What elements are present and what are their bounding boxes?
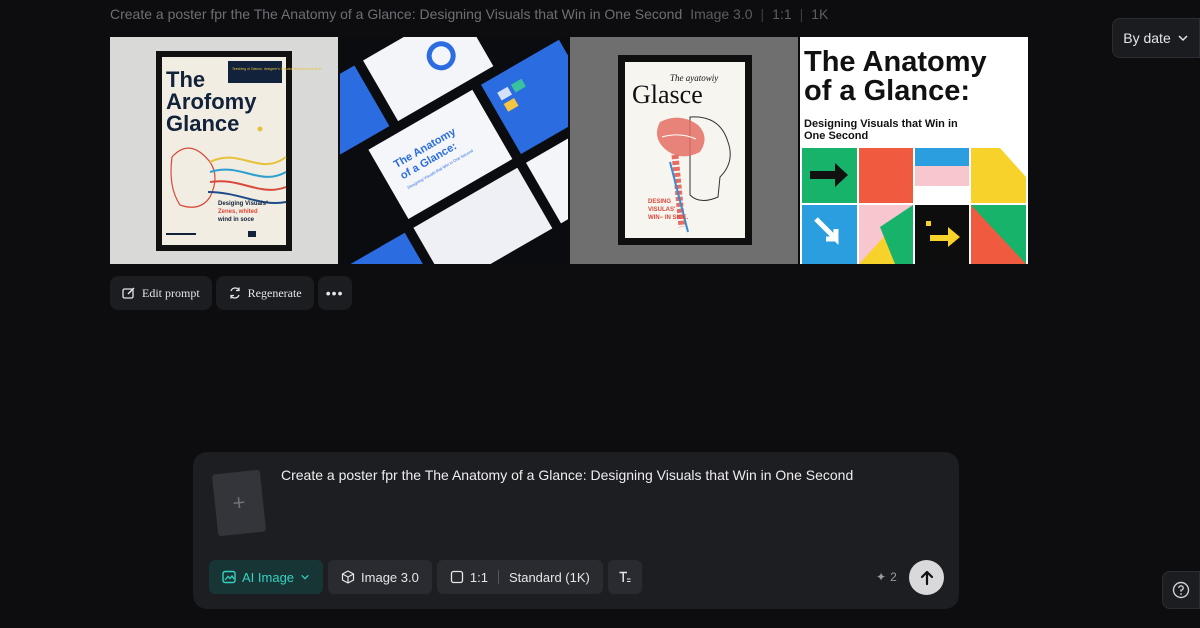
refresh-icon bbox=[230, 287, 240, 299]
question-circle-icon bbox=[1172, 581, 1190, 599]
arrow-up-icon bbox=[920, 570, 933, 585]
image-results: The Arofomy Glance Teechieg of Glance, d… bbox=[110, 37, 1028, 264]
isometric-brochure-image: The Anatomy of a Glance: Designing Visua… bbox=[340, 37, 568, 264]
result-model: Image 3.0 bbox=[690, 6, 753, 22]
result-meta: Create a poster fpr the The Anatomy of a… bbox=[110, 6, 828, 22]
svg-text:WIN− IN SICE.: WIN− IN SICE. bbox=[648, 215, 689, 221]
more-icon: ••• bbox=[325, 285, 344, 301]
result-prompt: Create a poster fpr the The Anatomy of a… bbox=[110, 6, 683, 22]
send-button[interactable] bbox=[909, 560, 944, 595]
svg-text:Designing Visuals that Win in: Designing Visuals that Win in bbox=[804, 118, 958, 130]
prompt-input[interactable]: Create a poster fpr the The Anatomy of a… bbox=[281, 467, 853, 483]
svg-text:DESING: DESING bbox=[648, 199, 671, 205]
svg-text:Zenes, whited: Zenes, whited bbox=[218, 209, 258, 215]
upload-reference-button[interactable]: + bbox=[211, 469, 267, 537]
svg-text:Desiging Visuals°: Desiging Visuals° bbox=[218, 201, 269, 207]
quality-label: Standard (1K) bbox=[508, 569, 590, 585]
chevron-down-icon bbox=[1178, 35, 1188, 42]
result-ratio: 1:1 bbox=[772, 6, 792, 22]
prompt-composer: + Create a poster fpr the The Anatomy of… bbox=[193, 452, 959, 609]
edit-icon bbox=[122, 287, 135, 299]
text-style-button[interactable] bbox=[607, 560, 642, 594]
ai-image-label: AI Image bbox=[242, 569, 295, 585]
separator: | bbox=[760, 6, 765, 22]
regenerate-label: Regenerate bbox=[247, 285, 302, 300]
svg-text:Glasce: Glasce bbox=[632, 80, 703, 109]
edit-prompt-button[interactable]: Edit prompt bbox=[110, 276, 212, 310]
generated-image-3[interactable]: The ayatowiy Glasce DESING VISULAS' WIN−… bbox=[570, 37, 798, 264]
help-button[interactable] bbox=[1162, 571, 1200, 609]
square-ratio-icon bbox=[450, 570, 464, 584]
credits-value: 2 bbox=[890, 570, 897, 584]
plus-icon: + bbox=[231, 489, 247, 516]
separator: | bbox=[799, 6, 804, 22]
page: Create a poster fpr the The Anatomy of a… bbox=[0, 0, 1200, 628]
image-icon bbox=[222, 570, 236, 584]
edit-prompt-label: Edit prompt bbox=[142, 285, 200, 300]
svg-text:wind in soce: wind in soce bbox=[217, 217, 255, 223]
generated-image-2[interactable]: The Anatomy of a Glance: Designing Visua… bbox=[340, 37, 568, 264]
svg-text:One Second: One Second bbox=[804, 130, 868, 142]
svg-text:Glance: Glance bbox=[166, 111, 239, 136]
model-label: Image 3.0 bbox=[361, 569, 419, 585]
sort-label: By date bbox=[1123, 30, 1171, 46]
text-format-icon bbox=[619, 571, 631, 582]
cube-icon bbox=[341, 570, 355, 584]
framed-anatomy-poster-image: The ayatowiy Glasce DESING VISULAS' WIN−… bbox=[570, 37, 798, 264]
result-resolution: 1K bbox=[811, 6, 829, 22]
chevron-down-icon bbox=[301, 574, 309, 580]
sparkle-icon: ✦ bbox=[876, 570, 887, 584]
sort-dropdown[interactable]: By date bbox=[1112, 18, 1200, 58]
ratio-quality-selector[interactable]: 1:1 Standard (1K) bbox=[436, 560, 603, 594]
geometric-typographic-poster-image: The Anatomy of a Glance: Designing Visua… bbox=[800, 37, 1028, 264]
poster-frame-image: The Arofomy Glance Teechieg of Glance, d… bbox=[110, 37, 338, 264]
generated-image-1[interactable]: The Arofomy Glance Teechieg of Glance, d… bbox=[110, 37, 338, 264]
svg-text:of a Glance:: of a Glance: bbox=[804, 75, 970, 107]
ratio-label: 1:1 bbox=[469, 569, 488, 585]
divider bbox=[497, 570, 499, 584]
regenerate-button[interactable]: Regenerate bbox=[215, 276, 314, 310]
model-selector[interactable]: Image 3.0 bbox=[328, 560, 432, 594]
more-options-button[interactable]: ••• bbox=[317, 276, 352, 310]
image-actions: Edit prompt Regenerate ••• bbox=[110, 276, 352, 310]
ai-image-mode-dropdown[interactable]: AI Image bbox=[209, 560, 324, 594]
svg-text:The Anatomy: The Anatomy bbox=[804, 46, 987, 78]
composer-toolbar: AI Image Image 3.0 1:1 Standard (1K) bbox=[209, 560, 642, 594]
generated-image-4[interactable]: The Anatomy of a Glance: Designing Visua… bbox=[800, 37, 1028, 264]
svg-text:Teechieg of Glance, designer's: Teechieg of Glance, designer's Visuals w… bbox=[232, 67, 322, 71]
svg-text:VISULAS': VISULAS' bbox=[648, 207, 676, 213]
credits-cost: ✦ 2 bbox=[876, 570, 897, 584]
